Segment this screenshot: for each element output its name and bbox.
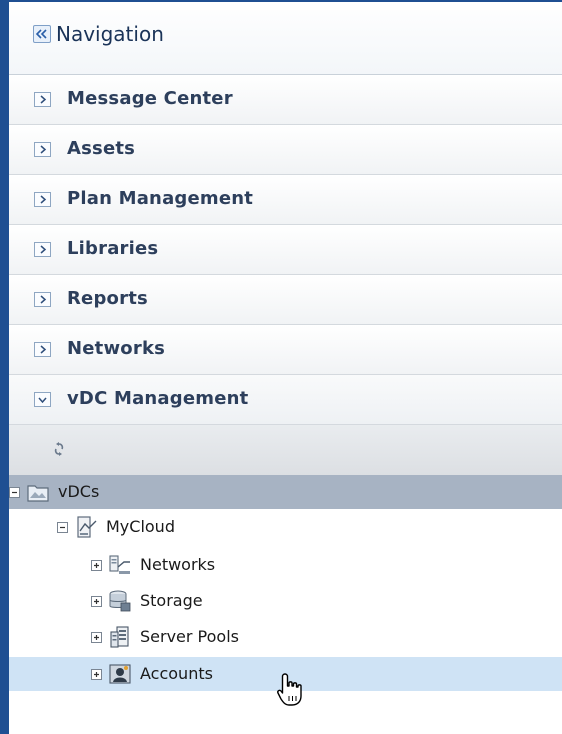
hand-pointer-cursor-icon [277, 673, 302, 706]
accordion-item-vdc-management[interactable]: vDC Management [9, 375, 562, 425]
refresh-icon[interactable] [52, 441, 66, 457]
chevron-right-icon[interactable] [34, 192, 51, 207]
accordion-item-message-center[interactable]: Message Center [9, 75, 562, 125]
accordion-label: vDC Management [67, 388, 249, 409]
vdc-toolbar [9, 425, 562, 475]
account-icon [109, 664, 131, 684]
tree-row-mycloud[interactable]: MyCloud [9, 510, 562, 544]
accordion-label: Plan Management [67, 188, 254, 209]
tree-row-networks[interactable]: Networks [9, 548, 562, 582]
accordion-item-reports[interactable]: Reports [9, 275, 562, 325]
accordion-label: Libraries [67, 238, 159, 259]
network-icon [109, 555, 130, 574]
collapse-panel-button[interactable] [33, 25, 51, 43]
tree-node-label: Networks [140, 555, 216, 574]
expand-node-icon[interactable] [91, 669, 102, 680]
chevron-right-icon[interactable] [34, 92, 51, 107]
chevron-right-icon[interactable] [34, 342, 51, 357]
accordion-item-libraries[interactable]: Libraries [9, 225, 562, 275]
navigation-accordion: Message Center Assets Plan Management Li… [9, 75, 562, 425]
navigation-title: Navigation [56, 22, 164, 46]
double-chevron-left-icon [36, 29, 47, 39]
expand-node-icon[interactable] [91, 632, 102, 643]
accordion-item-networks[interactable]: Networks [9, 325, 562, 375]
expand-node-icon[interactable] [91, 596, 102, 607]
collapse-node-icon[interactable] [57, 522, 68, 533]
tree-node-label: MyCloud [106, 517, 175, 536]
chevron-right-icon[interactable] [34, 242, 51, 257]
tree-node-label: Server Pools [140, 627, 239, 646]
collapse-node-icon[interactable] [9, 487, 20, 498]
accordion-item-assets[interactable]: Assets [9, 125, 562, 175]
storage-icon [109, 590, 131, 612]
chevron-down-icon[interactable] [34, 392, 51, 407]
vdc-folder-icon [27, 485, 49, 502]
navigation-header: Navigation [9, 2, 562, 75]
tree-row-storage[interactable]: Storage [9, 584, 562, 618]
tree-row-server-pools[interactable]: Server Pools [9, 620, 562, 654]
chevron-right-icon[interactable] [34, 142, 51, 157]
chevron-right-icon[interactable] [34, 292, 51, 307]
accordion-label: Reports [67, 288, 148, 309]
expand-node-icon[interactable] [91, 560, 102, 571]
accordion-label: Networks [67, 338, 166, 359]
tree-row-vdcs[interactable]: vDCs [9, 475, 562, 509]
accordion-item-plan-management[interactable]: Plan Management [9, 175, 562, 225]
tree-node-label: Accounts [140, 664, 213, 683]
accordion-label: Message Center [67, 88, 233, 109]
tree-node-label: Storage [140, 591, 203, 610]
cloud-icon [77, 516, 97, 538]
server-pool-icon [110, 626, 129, 648]
tree-node-label: vDCs [58, 482, 100, 501]
accordion-label: Assets [67, 138, 136, 159]
